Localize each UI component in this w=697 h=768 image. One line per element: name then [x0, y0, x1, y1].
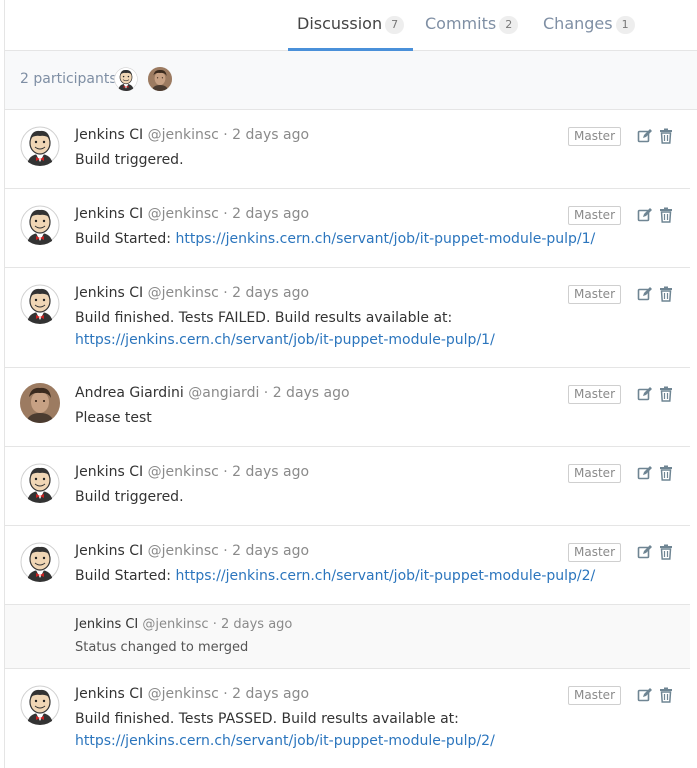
note-text: Build triggered. — [75, 489, 184, 505]
note-author[interactable]: Jenkins CI — [75, 127, 143, 143]
trash-icon[interactable] — [658, 465, 674, 481]
role-badge: Master — [568, 385, 621, 404]
jenkins-avatar[interactable] — [20, 126, 60, 166]
participant-avatar-andrea[interactable] — [148, 67, 172, 91]
edit-icon[interactable] — [637, 465, 653, 481]
build-link[interactable]: https://jenkins.cern.ch/servant/job/it-p… — [175, 568, 595, 584]
edit-icon[interactable] — [637, 687, 653, 703]
note-author[interactable]: Jenkins CI — [75, 543, 143, 559]
jenkins-avatar[interactable] — [20, 284, 60, 324]
jenkins-avatar[interactable] — [20, 685, 60, 725]
note-body: Build finished. Tests PASSED. Build resu… — [75, 708, 660, 752]
note-body: Please test — [75, 407, 665, 429]
note-handle[interactable]: @jenkinsc · 2 days ago — [148, 285, 309, 301]
note-meta: Jenkins CI @jenkinsc · 2 days ago — [75, 206, 309, 222]
tab-discussion-count: 7 — [385, 16, 405, 34]
note-meta: Jenkins CI @jenkinsc · 2 days ago — [75, 464, 309, 480]
note-handle[interactable]: @jenkinsc · 2 days ago — [148, 464, 309, 480]
note-text: Build finished. Tests PASSED. Build resu… — [75, 711, 459, 727]
note-body: Build Started: https://jenkins.cern.ch/s… — [75, 565, 665, 587]
jenkins-avatar[interactable] — [20, 463, 60, 503]
edit-icon[interactable] — [637, 544, 653, 560]
note-body: Build finished. Tests FAILED. Build resu… — [75, 307, 655, 351]
note-body: Build triggered. — [75, 486, 665, 508]
note-item: Jenkins CI @jenkinsc · 2 days ago Master… — [5, 447, 690, 526]
edit-icon[interactable] — [637, 207, 653, 223]
tab-commits[interactable]: Commits 2 — [425, 0, 519, 51]
tab-discussion-label: Discussion — [297, 14, 383, 33]
note-item: Jenkins CI @jenkinsc · 2 days ago Master… — [5, 268, 690, 368]
tab-changes[interactable]: Changes 1 — [543, 0, 635, 51]
note-body: Build triggered. — [75, 149, 665, 171]
tab-discussion[interactable]: Discussion 7 — [297, 0, 405, 51]
note-author[interactable]: Andrea Giardini — [75, 385, 184, 401]
note-meta: Jenkins CI @jenkinsc · 2 days ago — [75, 285, 309, 301]
merge-request-tabs: Discussion 7 Commits 2 Changes 1 — [5, 0, 697, 51]
andrea-avatar[interactable] — [20, 383, 60, 423]
edit-icon[interactable] — [637, 128, 653, 144]
role-badge: Master — [568, 127, 621, 146]
participant-avatar-jenkins[interactable] — [114, 67, 138, 91]
trash-icon[interactable] — [658, 128, 674, 144]
note-author[interactable]: Jenkins CI — [75, 285, 143, 301]
note-item: Jenkins CI @jenkinsc · 2 days ago Master… — [5, 189, 690, 268]
role-badge: Master — [568, 464, 621, 483]
participants-bar: 2 participants — [5, 51, 697, 110]
note-body: Build Started: https://jenkins.cern.ch/s… — [75, 228, 665, 250]
note-item: Jenkins CI @jenkinsc · 2 days ago Master… — [5, 110, 690, 189]
trash-icon[interactable] — [658, 687, 674, 703]
note-author[interactable]: Jenkins CI — [75, 206, 143, 222]
trash-icon[interactable] — [658, 207, 674, 223]
note-author[interactable]: Jenkins CI — [75, 686, 143, 702]
trash-icon[interactable] — [658, 386, 674, 402]
note-handle[interactable]: @jenkinsc · 2 days ago — [148, 686, 309, 702]
role-badge: Master — [568, 285, 621, 304]
note-text: Build Started: — [75, 568, 176, 584]
note-item: Jenkins CI @jenkinsc · 2 days ago Master… — [5, 669, 690, 768]
tab-changes-count: 1 — [615, 16, 635, 34]
role-badge: Master — [568, 543, 621, 562]
trash-icon[interactable] — [658, 544, 674, 560]
tab-commits-count: 2 — [499, 16, 519, 34]
role-badge: Master — [568, 686, 621, 705]
system-note: Jenkins CI @jenkinsc · 2 days ago Status… — [5, 605, 690, 669]
note-meta: Andrea Giardini @angiardi · 2 days ago — [75, 385, 350, 401]
note-meta: Jenkins CI @jenkinsc · 2 days ago — [75, 127, 309, 143]
jenkins-avatar[interactable] — [20, 542, 60, 582]
build-link[interactable]: https://jenkins.cern.ch/servant/job/it-p… — [175, 231, 595, 247]
tab-changes-label: Changes — [543, 14, 613, 33]
note-meta: Jenkins CI @jenkinsc · 2 days ago — [75, 543, 309, 559]
note-handle[interactable]: @jenkinsc · 2 days ago — [148, 206, 309, 222]
edit-icon[interactable] — [637, 286, 653, 302]
system-note-text: Status changed to merged — [75, 640, 249, 655]
note-item: Andrea Giardini @angiardi · 2 days ago M… — [5, 368, 690, 447]
tab-commits-label: Commits — [425, 14, 497, 33]
trash-icon[interactable] — [658, 286, 674, 302]
note-text: Build Started: — [75, 231, 176, 247]
participants-label: 2 participants — [20, 71, 117, 87]
note-text: Please test — [75, 410, 152, 426]
edit-icon[interactable] — [637, 386, 653, 402]
note-meta: Jenkins CI @jenkinsc · 2 days ago — [75, 617, 292, 632]
note-handle[interactable]: @jenkinsc · 2 days ago — [148, 543, 309, 559]
build-link[interactable]: https://jenkins.cern.ch/servant/job/it-p… — [75, 332, 495, 348]
note-author[interactable]: Jenkins CI — [75, 464, 143, 480]
note-handle[interactable]: @angiardi · 2 days ago — [188, 385, 349, 401]
note-text: Build triggered. — [75, 152, 184, 168]
build-link[interactable]: https://jenkins.cern.ch/servant/job/it-p… — [75, 733, 495, 749]
note-handle[interactable]: @jenkinsc · 2 days ago — [148, 127, 309, 143]
role-badge: Master — [568, 206, 621, 225]
note-meta: Jenkins CI @jenkinsc · 2 days ago — [75, 686, 309, 702]
note-handle[interactable]: @jenkinsc · 2 days ago — [142, 617, 292, 632]
note-text: Build finished. Tests FAILED. Build resu… — [75, 310, 453, 326]
jenkins-avatar[interactable] — [20, 205, 60, 245]
note-item: Jenkins CI @jenkinsc · 2 days ago Master… — [5, 526, 690, 605]
note-author[interactable]: Jenkins CI — [75, 617, 138, 632]
